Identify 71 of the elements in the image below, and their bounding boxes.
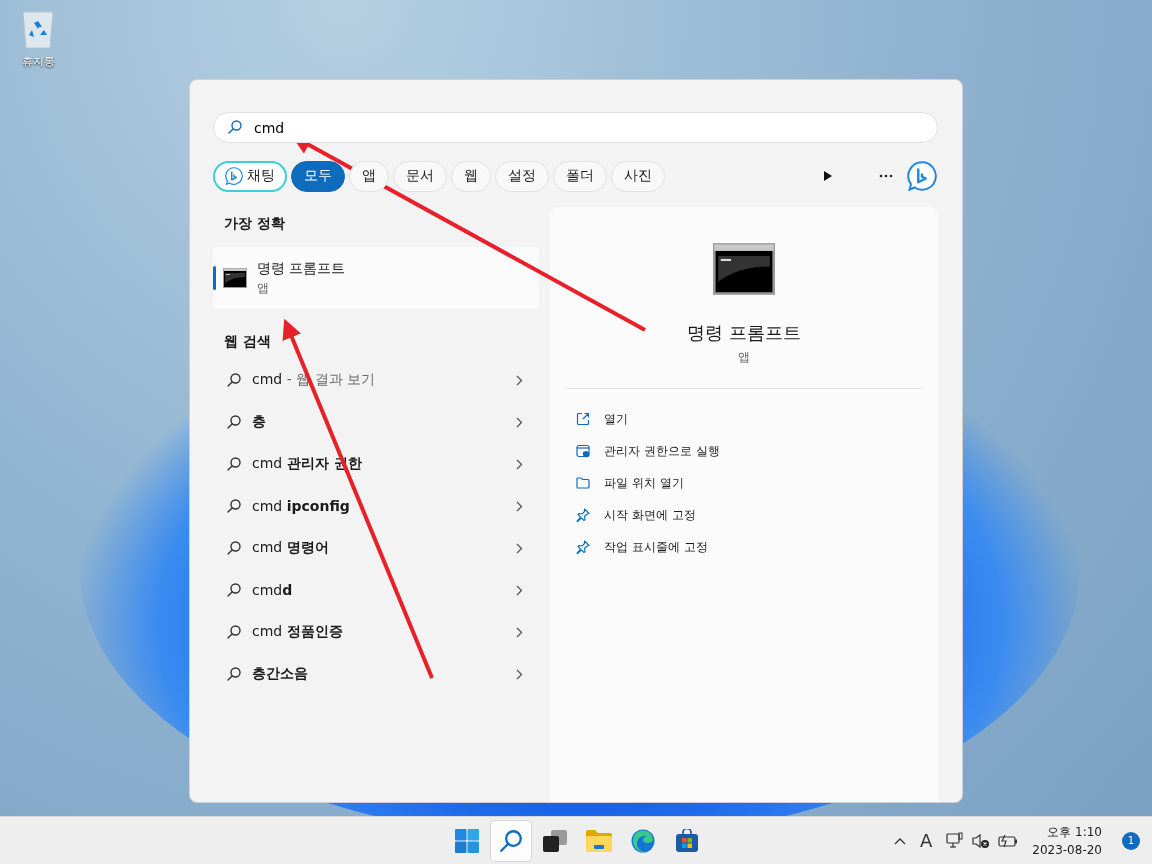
recycle-bin-icon[interactable] bbox=[20, 8, 56, 50]
best-match-item[interactable]: 명령 프롬프트 앱 bbox=[213, 247, 539, 309]
web-suggestion[interactable]: cmdd bbox=[213, 569, 539, 611]
preview-title: 명령 프롬프트 bbox=[687, 321, 801, 345]
input-method-indicator[interactable]: A bbox=[913, 830, 939, 851]
filter-chip[interactable]: 설정 bbox=[495, 160, 549, 192]
open-external-icon bbox=[576, 412, 590, 426]
search-icon bbox=[226, 624, 242, 640]
action-item[interactable]: 파일 위치 열기 bbox=[566, 467, 922, 499]
web-suggestion[interactable]: 층 bbox=[213, 401, 539, 443]
chevron-right-icon bbox=[516, 374, 523, 386]
action-item[interactable]: 관리자 권한으로 실행 bbox=[566, 435, 922, 467]
search-field[interactable]: cmd bbox=[213, 112, 938, 143]
app-type: 앱 bbox=[257, 279, 270, 297]
action-item[interactable]: 열기 bbox=[566, 403, 922, 435]
chevron-right-icon bbox=[516, 416, 523, 428]
chat-button[interactable] bbox=[906, 160, 938, 192]
action-item[interactable]: 시작 화면에 고정 bbox=[566, 499, 922, 531]
chat-bubble-logo-icon bbox=[225, 167, 243, 185]
search-icon bbox=[226, 498, 242, 514]
app-title: 명령 프롬프트 bbox=[257, 259, 346, 278]
folder-icon bbox=[576, 477, 590, 489]
more-icon bbox=[879, 174, 893, 178]
folder-icon bbox=[585, 829, 612, 852]
battery-icon[interactable] bbox=[998, 833, 1019, 848]
shopping-bag-icon bbox=[674, 828, 699, 853]
wave-logo-icon bbox=[630, 828, 655, 853]
task-view-icon bbox=[542, 829, 567, 852]
section-heading: 웹 검색 bbox=[223, 332, 272, 351]
section-heading: 가장 정확 bbox=[223, 214, 286, 233]
search-icon bbox=[497, 827, 524, 854]
filter-chip[interactable]: 웹 bbox=[451, 160, 491, 192]
muted-speaker-icon[interactable] bbox=[972, 832, 991, 849]
search-icon bbox=[226, 666, 242, 682]
clock[interactable]: 오후 1:10 2023-08-20 bbox=[1026, 824, 1108, 857]
filter-chip[interactable]: 사진 bbox=[611, 160, 665, 192]
chevron-right-icon bbox=[516, 542, 523, 554]
network-icon[interactable] bbox=[946, 831, 965, 850]
chevron-right-icon bbox=[516, 584, 523, 596]
filter-chip[interactable]: 앱 bbox=[349, 160, 389, 192]
search-icon bbox=[227, 119, 243, 135]
search-icon bbox=[226, 372, 242, 388]
windows-logo-icon bbox=[454, 828, 479, 853]
pin-icon bbox=[576, 508, 590, 522]
pin-icon bbox=[576, 540, 590, 554]
search-icon bbox=[226, 540, 242, 556]
play-icon bbox=[823, 170, 833, 182]
notification-badge[interactable]: 1 bbox=[1122, 831, 1140, 850]
command-prompt-icon bbox=[223, 268, 247, 288]
command-prompt-icon bbox=[713, 243, 775, 295]
filter-chip[interactable]: 폴더 bbox=[553, 160, 607, 192]
chevron-right-icon bbox=[516, 500, 523, 512]
search-icon bbox=[226, 456, 242, 472]
web-suggestion[interactable]: cmd 정품인증 bbox=[213, 611, 539, 653]
search-icon bbox=[226, 582, 242, 598]
chevron-right-icon bbox=[516, 668, 523, 680]
preview-subtitle: 앱 bbox=[738, 349, 750, 366]
action-item[interactable]: 작업 표시줄에 고정 bbox=[566, 531, 922, 563]
web-suggestion[interactable]: cmd ipconfig bbox=[213, 485, 539, 527]
search-icon bbox=[226, 414, 242, 430]
chevron-right-icon bbox=[516, 626, 523, 638]
filter-chip[interactable]: 문서 bbox=[393, 160, 447, 192]
web-suggestion[interactable]: cmd 명령어 bbox=[213, 527, 539, 569]
chevron-right-icon bbox=[516, 458, 523, 470]
filter-chip[interactable]: 모두 bbox=[291, 160, 345, 192]
selection-indicator bbox=[213, 266, 216, 290]
web-suggestion[interactable]: 층간소음 bbox=[213, 653, 539, 695]
chat-bubble-logo-icon bbox=[907, 161, 937, 191]
chat-filter[interactable]: 채팅 bbox=[213, 160, 287, 192]
shield-window-icon bbox=[576, 444, 590, 458]
chevron-up-icon[interactable] bbox=[893, 836, 906, 845]
